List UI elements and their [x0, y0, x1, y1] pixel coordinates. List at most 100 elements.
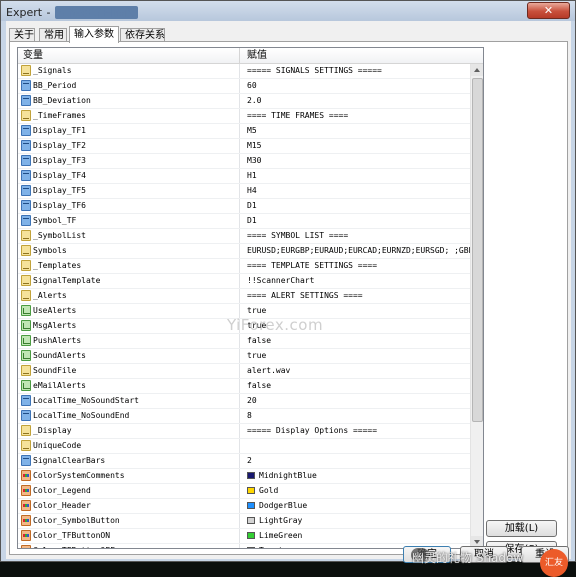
row-variable: Symbol_TF	[33, 216, 77, 225]
table-row[interactable]: Display_TF3 M30	[18, 154, 470, 169]
table-row[interactable]: LocalTime_NoSoundEnd 8	[18, 409, 470, 424]
header-variable[interactable]: 变量	[23, 48, 43, 63]
row-value[interactable]: alert.wav	[247, 364, 290, 378]
row-variable: LocalTime_NoSoundStart	[33, 396, 139, 405]
row-value[interactable]: 20	[247, 394, 257, 408]
close-button[interactable]: ✕	[527, 2, 570, 19]
row-variable: UniqueCode	[33, 441, 82, 450]
scroll-thumb[interactable]	[472, 78, 483, 422]
table-row[interactable]: _SymbolList ==== SYMBOL LIST ====	[18, 229, 470, 244]
table-row[interactable]: BB_Deviation 2.0	[18, 94, 470, 109]
row-value[interactable]: LightGray	[259, 514, 302, 528]
tab-about[interactable]: 关于	[9, 28, 35, 42]
tab-inputs[interactable]: 输入参数	[69, 26, 119, 43]
table-row[interactable]: SignalClearBars 2	[18, 454, 470, 469]
table-row[interactable]: Display_TF1 M5	[18, 124, 470, 139]
row-value[interactable]: ==== TIME FRAMES ====	[247, 109, 348, 123]
table-row[interactable]: Symbol_TF D1	[18, 214, 470, 229]
table-row[interactable]: Color_Legend Gold	[18, 484, 470, 499]
row-value[interactable]: true	[247, 349, 266, 363]
tab-common[interactable]: 常用	[39, 28, 67, 42]
table-row[interactable]: eMailAlerts false	[18, 379, 470, 394]
row-value[interactable]: ==== SYMBOL LIST ====	[247, 229, 348, 243]
row-value[interactable]: D1	[247, 214, 257, 228]
table-row[interactable]: LocalTime_NoSoundStart 20	[18, 394, 470, 409]
row-value[interactable]: DodgerBlue	[259, 499, 307, 513]
title-bar[interactable]: Expert - 星际超导扫描仪 ✕	[1, 1, 575, 21]
row-value[interactable]: LimeGreen	[259, 529, 302, 543]
row-value[interactable]: ===== SIGNALS SETTINGS =====	[247, 64, 382, 78]
row-value[interactable]: ==== TEMPLATE SETTINGS ====	[247, 259, 377, 273]
table-row[interactable]: Color_TFButtonON LimeGreen	[18, 529, 470, 544]
row-value[interactable]: ===== Display Options =====	[247, 424, 377, 438]
row-variable: Color_SymbolButton	[33, 516, 120, 525]
row-value[interactable]: 8	[247, 409, 252, 423]
table-row[interactable]: BB_Period 60	[18, 79, 470, 94]
table-row[interactable]: Display_TF6 D1	[18, 199, 470, 214]
row-value[interactable]: !!ScannerChart	[247, 274, 314, 288]
string-type-icon	[21, 260, 31, 271]
row-value[interactable]: M5	[247, 124, 257, 138]
row-value[interactable]: 2.0	[247, 94, 261, 108]
table-row[interactable]: SoundAlerts true	[18, 349, 470, 364]
number-type-icon	[21, 215, 31, 226]
row-value[interactable]: M15	[247, 139, 261, 153]
row-variable: PushAlerts	[33, 336, 82, 345]
table-row[interactable]: Display_TF4 H1	[18, 169, 470, 184]
row-variable: UseAlerts	[33, 306, 77, 315]
table-row[interactable]: _Display ===== Display Options =====	[18, 424, 470, 439]
table-row[interactable]: _Alerts ==== ALERT SETTINGS ====	[18, 289, 470, 304]
table-row[interactable]: Display_TF5 H4	[18, 184, 470, 199]
row-value[interactable]: M30	[247, 154, 261, 168]
table-row[interactable]: _Templates ==== TEMPLATE SETTINGS ====	[18, 259, 470, 274]
color-type-icon	[21, 545, 31, 548]
color-swatch	[247, 517, 255, 524]
row-value[interactable]: 60	[247, 79, 257, 93]
table-row[interactable]: _TimeFrames ==== TIME FRAMES ====	[18, 109, 470, 124]
load-button[interactable]: 加载(L)	[486, 520, 557, 537]
row-variable: MsgAlerts	[33, 321, 77, 330]
row-value[interactable]: H4	[247, 184, 257, 198]
row-value[interactable]: 2	[247, 454, 252, 468]
table-row[interactable]: Color_Header DodgerBlue	[18, 499, 470, 514]
row-value[interactable]: H1	[247, 169, 257, 183]
bool-type-icon	[21, 320, 31, 331]
scroll-up-button[interactable]	[471, 64, 483, 76]
scroll-down-icon	[474, 540, 480, 544]
header-value[interactable]: 赋值	[247, 48, 267, 63]
vertical-scrollbar[interactable]	[470, 64, 483, 548]
table-row[interactable]: PushAlerts false	[18, 334, 470, 349]
brand-overlay-text: 幽灵的礼物 Shadow	[412, 551, 524, 565]
table-row[interactable]: _Signals ===== SIGNALS SETTINGS =====	[18, 64, 470, 79]
table-row[interactable]: UniqueCode	[18, 439, 470, 454]
header-divider[interactable]	[239, 48, 240, 63]
number-type-icon	[21, 395, 31, 406]
table-row[interactable]: Symbols EURUSD;EURGBP;EURAUD;EURCAD;EURNZ…	[18, 244, 483, 259]
table-row[interactable]: Color_SymbolButton LightGray	[18, 514, 470, 529]
inputs-panel: 变量 赋值 _Signals ===== SIGNALS SETTINGS ===…	[9, 41, 568, 558]
string-type-icon	[21, 245, 31, 256]
table-row[interactable]: ColorSystemComments MidnightBlue	[18, 469, 470, 484]
row-value[interactable]: false	[247, 334, 271, 348]
row-value[interactable]: Gold	[259, 484, 278, 498]
table-row[interactable]: SignalTemplate !!ScannerChart	[18, 274, 470, 289]
row-value[interactable]: D1	[247, 199, 257, 213]
table-row[interactable]: SoundFile alert.wav	[18, 364, 470, 379]
row-value[interactable]: MidnightBlue	[259, 469, 317, 483]
row-variable: Color_Legend	[33, 486, 91, 495]
row-value[interactable]: EURUSD;EURGBP;EURAUD;EURCAD;EURNZD;EURSG…	[247, 244, 483, 258]
row-variable: Display_TF4	[33, 171, 86, 180]
row-value[interactable]: false	[247, 379, 271, 393]
row-variable: BB_Deviation	[33, 96, 91, 105]
row-value[interactable]: ==== ALERT SETTINGS ====	[247, 289, 363, 303]
color-type-icon	[21, 485, 31, 496]
table-row[interactable]: Display_TF2 M15	[18, 139, 470, 154]
tab-dependencies[interactable]: 依存关系	[120, 28, 165, 42]
row-variable: LocalTime_NoSoundEnd	[33, 411, 130, 420]
grid-header: 变量 赋值	[18, 48, 483, 64]
row-value[interactable]: Tomato	[259, 544, 288, 548]
string-type-icon	[21, 65, 31, 76]
row-variable: Display_TF5	[33, 186, 86, 195]
grid-rows: _Signals ===== SIGNALS SETTINGS ===== BB_P…	[18, 64, 483, 548]
string-type-icon	[21, 275, 31, 286]
